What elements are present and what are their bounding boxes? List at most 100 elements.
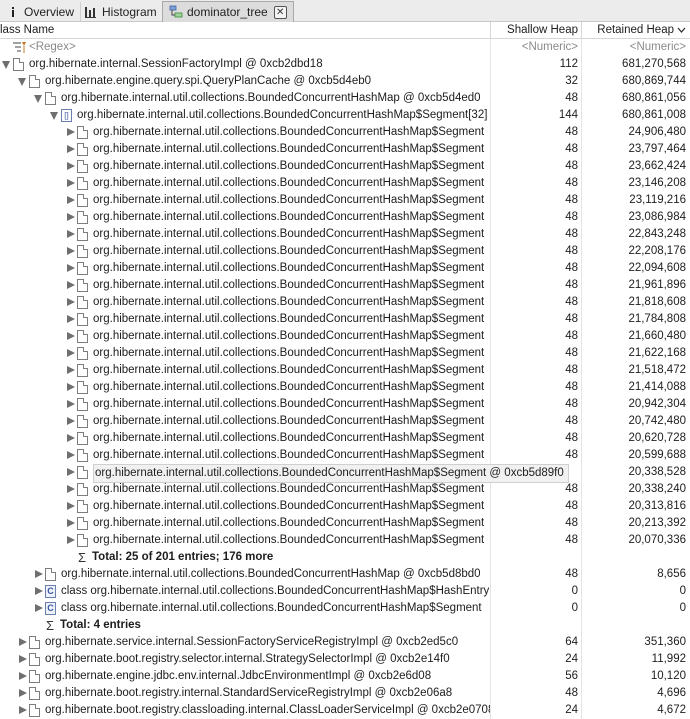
collapsed-arrow-icon[interactable]: [19, 672, 27, 680]
tree-row[interactable]: org.hibernate.internal.util.collections.…: [0, 447, 690, 464]
tree-row-name-cell: org.hibernate.internal.util.collections.…: [0, 124, 490, 141]
collapsed-arrow-icon[interactable]: [67, 145, 75, 153]
collapsed-arrow-icon[interactable]: [67, 434, 75, 442]
tree-row[interactable]: org.hibernate.boot.registry.internal.Sta…: [0, 685, 690, 702]
collapsed-arrow-icon[interactable]: [19, 655, 27, 663]
collapsed-arrow-icon[interactable]: [67, 264, 75, 272]
collapsed-arrow-icon[interactable]: [67, 519, 75, 527]
object-icon: [77, 245, 88, 258]
collapsed-arrow-icon[interactable]: [67, 468, 75, 476]
tree-row[interactable]: org.hibernate.boot.registry.classloading…: [0, 702, 690, 719]
tree-row[interactable]: org.hibernate.internal.util.collections.…: [0, 362, 690, 379]
column-shallow-heap[interactable]: Shallow Heap: [490, 22, 581, 39]
shallow-heap-value: 48: [565, 228, 578, 240]
collapsed-arrow-icon[interactable]: [19, 638, 27, 646]
tab-overview[interactable]: Overview: [0, 2, 82, 22]
collapsed-arrow-icon[interactable]: [67, 196, 75, 204]
tree-row[interactable]: org.hibernate.internal.util.collections.…: [0, 294, 690, 311]
tab-dominator-tree[interactable]: dominator_tree ✕: [162, 1, 294, 22]
column-class-name[interactable]: lass Name: [0, 22, 490, 39]
expanded-arrow-icon[interactable]: [50, 112, 58, 120]
collapsed-arrow-icon[interactable]: [67, 417, 75, 425]
tree-row-label: org.hibernate.internal.util.collections.…: [93, 464, 569, 483]
collapsed-arrow-icon[interactable]: [67, 366, 75, 374]
collapsed-arrow-icon[interactable]: [35, 570, 43, 578]
tree-row[interactable]: org.hibernate.internal.util.collections.…: [0, 158, 690, 175]
tree-row-label: org.hibernate.internal.util.collections.…: [93, 126, 485, 138]
collapsed-arrow-icon[interactable]: [67, 128, 75, 136]
collapsed-arrow-icon[interactable]: [67, 485, 75, 493]
object-icon: [77, 347, 88, 360]
collapsed-arrow-icon[interactable]: [19, 689, 27, 697]
collapsed-arrow-icon[interactable]: [35, 604, 43, 612]
tree-row[interactable]: org.hibernate.internal.util.collections.…: [0, 260, 690, 277]
shallow-heap-filter[interactable]: <Numeric>: [491, 39, 578, 56]
collapsed-arrow-icon[interactable]: [67, 298, 75, 306]
tree-row[interactable]: org.hibernate.internal.util.collections.…: [0, 141, 690, 158]
tree-row[interactable]: org.hibernate.internal.util.collections.…: [0, 430, 690, 447]
tree-row[interactable]: org.hibernate.engine.jdbc.env.internal.J…: [0, 668, 690, 685]
collapsed-arrow-icon[interactable]: [67, 230, 75, 238]
collapsed-arrow-icon[interactable]: [67, 213, 75, 221]
tree-row[interactable]: org.hibernate.internal.util.collections.…: [0, 175, 690, 192]
collapsed-arrow-icon[interactable]: [67, 247, 75, 255]
tree-row[interactable]: Σ Total: 25 of 201 entries; 176 more: [0, 549, 690, 566]
column-retained-heap[interactable]: Retained Heap: [581, 22, 690, 39]
tree-row[interactable]: org.hibernate.internal.util.collections.…: [0, 498, 690, 515]
tree-row[interactable]: org.hibernate.boot.registry.selector.int…: [0, 651, 690, 668]
collapsed-arrow-icon[interactable]: [67, 179, 75, 187]
collapsed-arrow-icon[interactable]: [67, 400, 75, 408]
object-icon: [13, 58, 24, 71]
expanded-arrow-icon[interactable]: [34, 95, 42, 103]
collapsed-arrow-icon[interactable]: [67, 281, 75, 289]
tree-row[interactable]: Σ Total: 4 entries: [0, 617, 690, 634]
close-tab-icon[interactable]: ✕: [273, 5, 287, 19]
tree-row[interactable]: org.hibernate.internal.util.collections.…: [0, 209, 690, 226]
collapsed-arrow-icon[interactable]: [19, 706, 27, 714]
tree-row[interactable]: org.hibernate.internal.util.collections.…: [0, 481, 690, 498]
expanded-arrow-icon[interactable]: [18, 78, 26, 86]
tree-row-name-cell: org.hibernate.internal.util.collections.…: [0, 175, 490, 192]
tree-row[interactable]: org.hibernate.engine.query.spi.QueryPlan…: [0, 73, 690, 90]
tree-row[interactable]: org.hibernate.internal.util.collections.…: [0, 532, 690, 549]
collapsed-arrow-icon[interactable]: [67, 451, 75, 459]
retained-heap-value: 20,942,304: [628, 398, 686, 410]
collapsed-arrow-icon[interactable]: [67, 502, 75, 510]
tree-row-name-cell: org.hibernate.internal.util.collections.…: [0, 192, 490, 209]
tree-row[interactable]: org.hibernate.internal.util.collections.…: [0, 243, 690, 260]
tree-row[interactable]: org.hibernate.internal.util.collections.…: [0, 124, 690, 141]
retained-heap-value: 680,861,056: [622, 92, 686, 104]
tree-row[interactable]: org.hibernate.internal.util.collections.…: [0, 226, 690, 243]
tree-row[interactable]: org.hibernate.internal.util.collections.…: [0, 464, 690, 483]
tree-row[interactable]: org.hibernate.internal.util.collections.…: [0, 413, 690, 430]
tree-row[interactable]: org.hibernate.internal.util.collections.…: [0, 192, 690, 209]
tree-row[interactable]: org.hibernate.internal.util.collections.…: [0, 328, 690, 345]
tree-row[interactable]: org.hibernate.internal.util.collections.…: [0, 277, 690, 294]
retained-heap-filter[interactable]: <Numeric>: [582, 39, 686, 56]
tree-row[interactable]: org.hibernate.internal.util.collections.…: [0, 515, 690, 532]
tree-row[interactable]: org.hibernate.internal.SessionFactoryImp…: [0, 56, 690, 73]
tree-row[interactable]: org.hibernate.internal.util.collections.…: [0, 311, 690, 328]
tree-row[interactable]: org.hibernate.internal.util.collections.…: [0, 396, 690, 413]
tab-histogram[interactable]: Histogram: [78, 2, 164, 22]
tree-row[interactable]: org.hibernate.internal.util.collections.…: [0, 345, 690, 362]
tree-row[interactable]: org.hibernate.service.internal.SessionFa…: [0, 634, 690, 651]
expanded-arrow-icon[interactable]: [2, 61, 10, 69]
regex-filter-input[interactable]: <Regex>: [29, 39, 76, 56]
retained-heap-value: 22,208,176: [628, 245, 686, 257]
tree-row[interactable]: org.hibernate.internal.util.collections.…: [0, 566, 690, 583]
tree-row[interactable]: org.hibernate.internal.util.collections.…: [0, 90, 690, 107]
collapsed-arrow-icon[interactable]: [67, 536, 75, 544]
collapsed-arrow-icon[interactable]: [67, 332, 75, 340]
object-icon: [77, 534, 88, 547]
tree-row[interactable]: Cclass org.hibernate.internal.util.colle…: [0, 600, 690, 617]
tree-row[interactable]: [] org.hibernate.internal.util.collection…: [0, 107, 690, 124]
collapsed-arrow-icon[interactable]: [35, 587, 43, 595]
tree-row[interactable]: Cclass org.hibernate.internal.util.colle…: [0, 583, 690, 600]
collapsed-arrow-icon[interactable]: [67, 383, 75, 391]
tree-row[interactable]: org.hibernate.internal.util.collections.…: [0, 379, 690, 396]
collapsed-arrow-icon[interactable]: [67, 162, 75, 170]
sum-icon: Σ: [46, 618, 55, 633]
collapsed-arrow-icon[interactable]: [67, 349, 75, 357]
collapsed-arrow-icon[interactable]: [67, 315, 75, 323]
